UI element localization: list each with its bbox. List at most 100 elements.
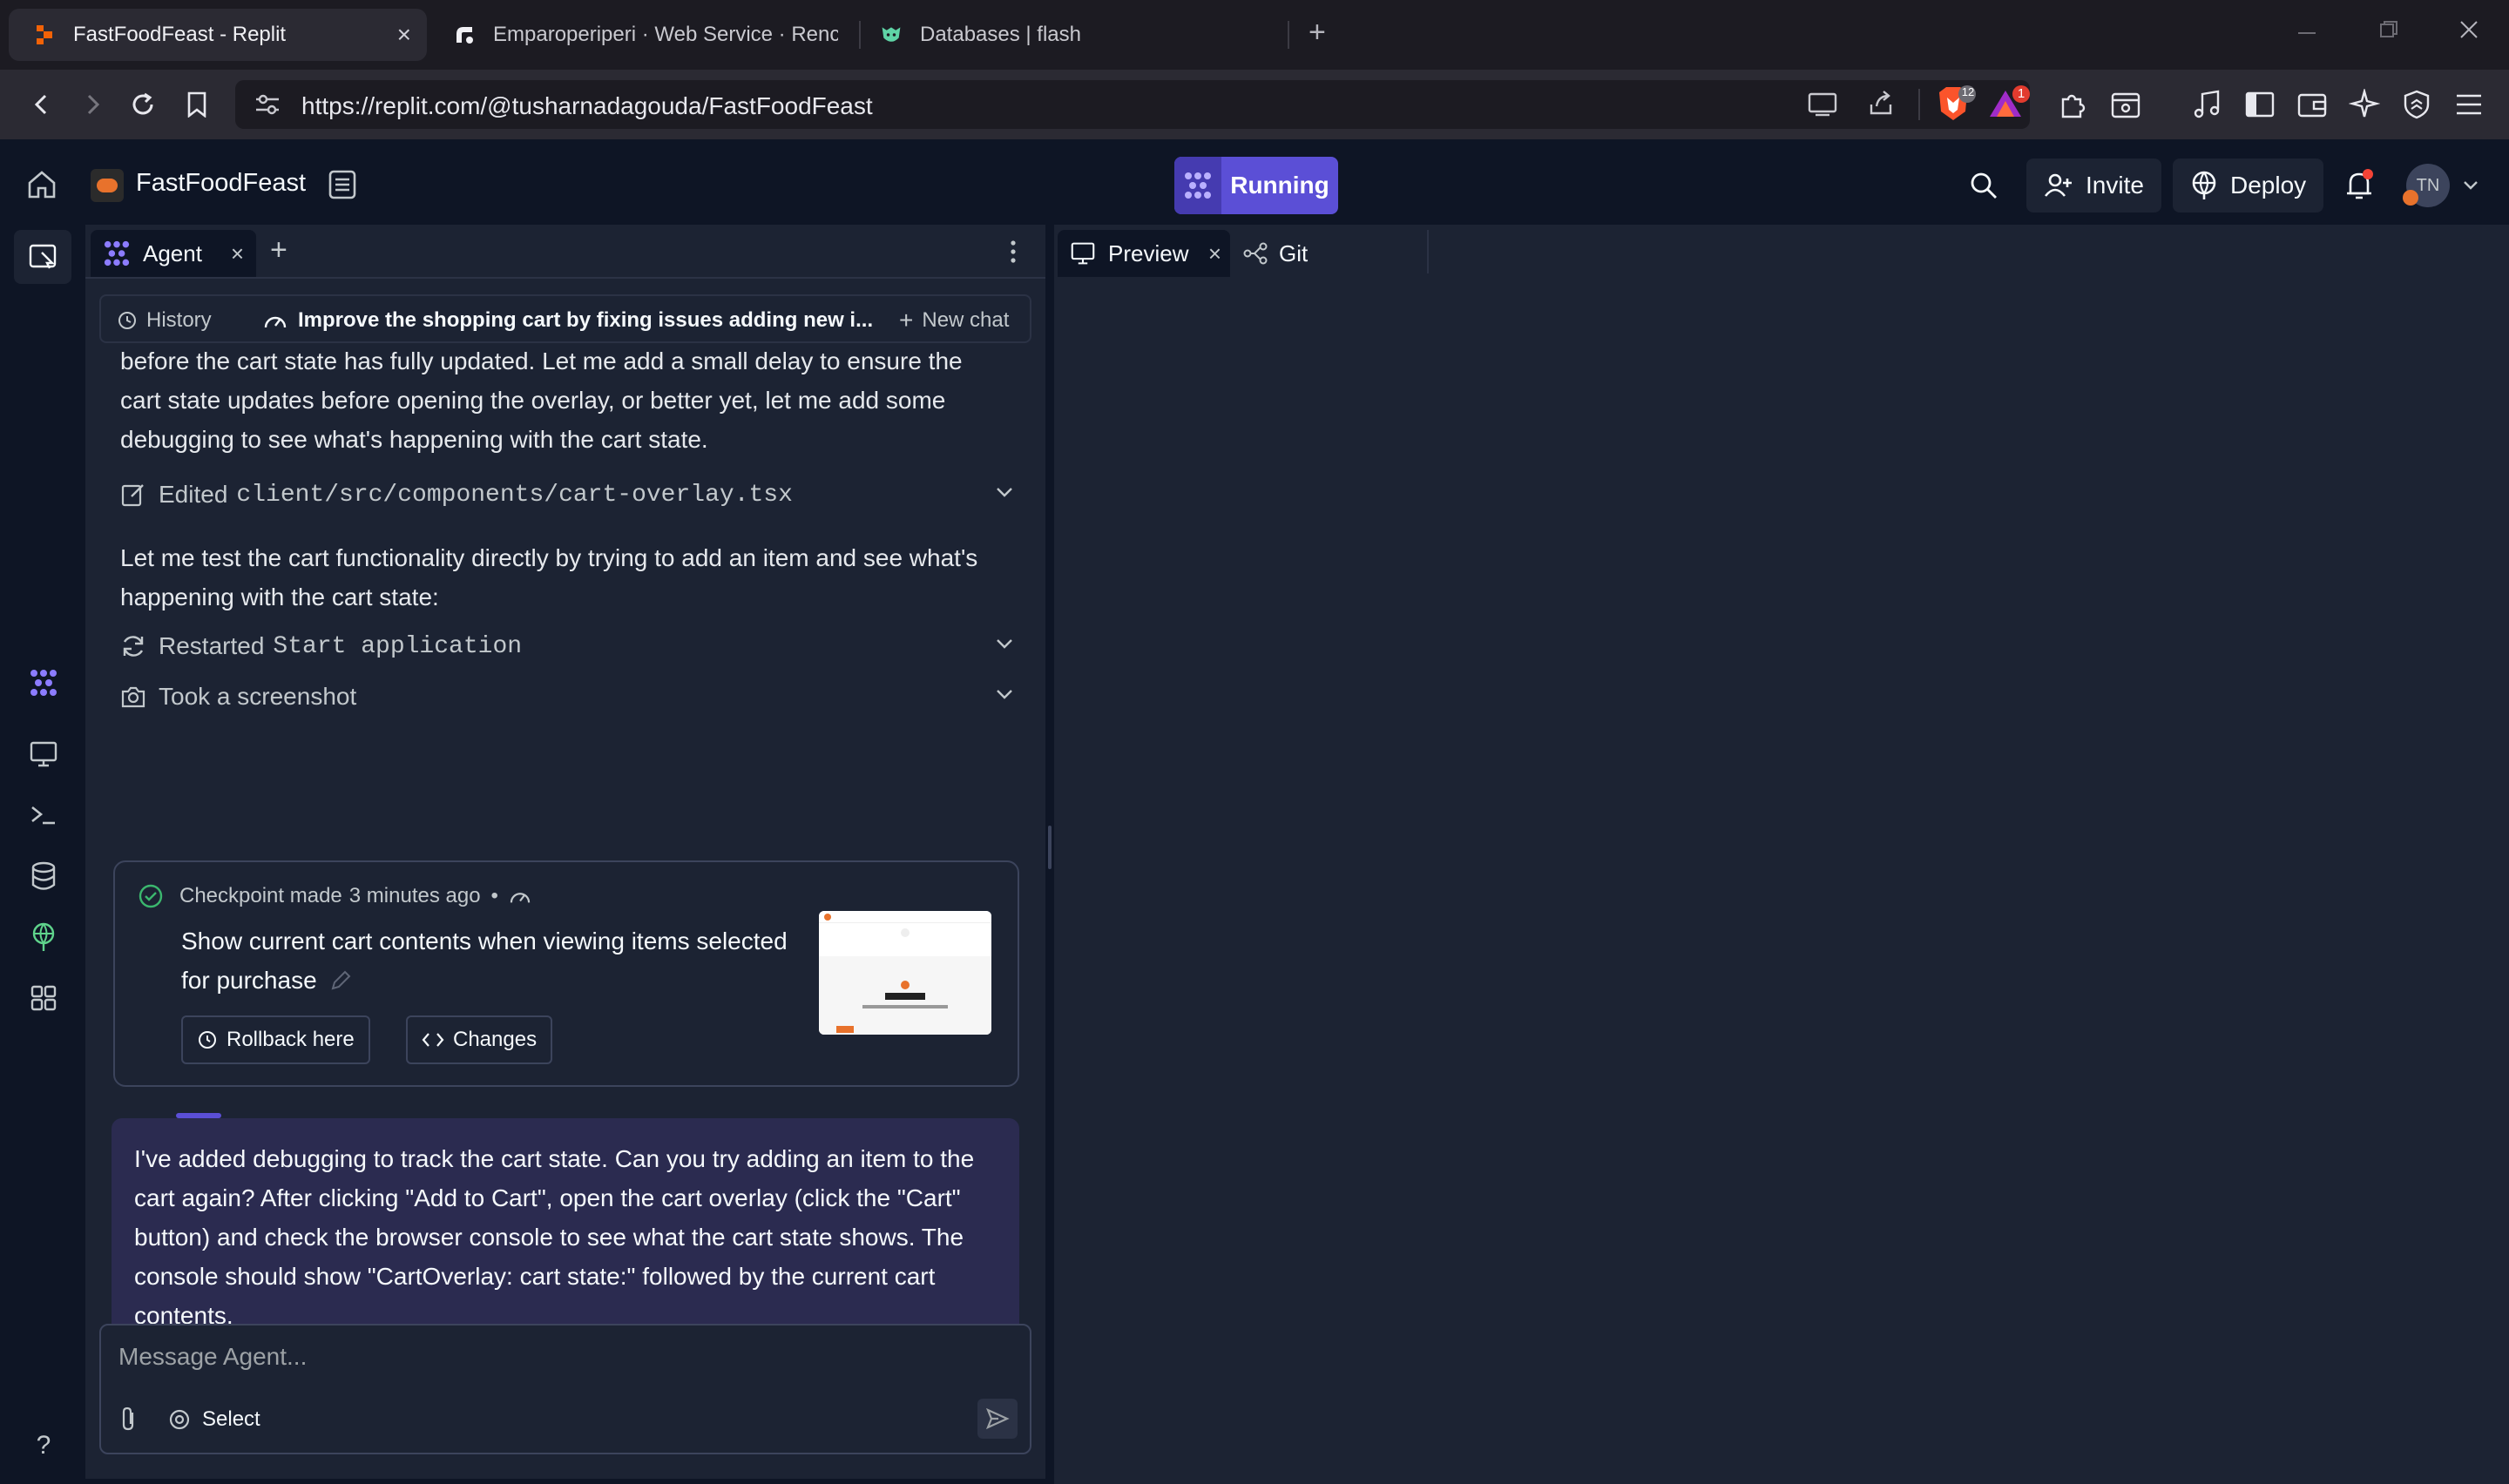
close-tab-icon[interactable]: ×: [1208, 240, 1221, 267]
browser-tab-replit[interactable]: FastFoodFeast - Replit ×: [9, 9, 427, 61]
close-tab-icon[interactable]: ×: [231, 240, 244, 267]
chevron-down-icon[interactable]: [2462, 179, 2479, 192]
files-panel-icon[interactable]: [24, 237, 63, 275]
database-icon[interactable]: [24, 857, 63, 895]
browser-tab-title: Emparoperiperi · Web Service · Renc: [493, 23, 838, 46]
tab-git[interactable]: Git: [1242, 230, 1399, 277]
edited-file-row[interactable]: Edited client/src/components/cart-overla…: [120, 476, 1018, 514]
site-settings-icon[interactable]: [254, 92, 281, 117]
agent-tab-icon: [104, 240, 130, 266]
message-input[interactable]: Message Agent...: [118, 1343, 307, 1371]
select-element-button[interactable]: Select: [167, 1407, 260, 1432]
attach-paperclip-icon[interactable]: [118, 1406, 139, 1432]
history-button[interactable]: History: [117, 308, 212, 333]
tab-agent-label: Agent: [143, 239, 202, 266]
minimize-icon[interactable]: [2296, 19, 2317, 40]
browser-tab-render[interactable]: Emparoperiperi · Web Service · Renc: [453, 9, 845, 61]
gauge-icon: [510, 893, 531, 903]
restarted-row[interactable]: Restarted Start application: [120, 627, 1018, 665]
browser-tab-bar: FastFoodFeast - Replit × Emparoperiperi …: [0, 0, 2509, 70]
extensions-icon[interactable]: [2054, 85, 2093, 124]
restore-window-icon[interactable]: [2378, 19, 2399, 40]
agent-paragraph: Let me test the cart functionality direc…: [120, 538, 1026, 617]
user-avatar[interactable]: TN: [2403, 164, 2450, 207]
bookmark-icon[interactable]: [178, 85, 216, 124]
brave-shields-icon[interactable]: 12: [1934, 85, 1976, 124]
agent-rail-icon[interactable]: [24, 664, 63, 702]
forward-arrow-icon[interactable]: [73, 85, 112, 124]
share-icon[interactable]: [1866, 89, 1896, 118]
project-name[interactable]: FastFoodFeast: [136, 169, 306, 198]
hamburger-menu-icon[interactable]: [2450, 85, 2488, 124]
checkpoint-screenshot-thumbnail[interactable]: [819, 911, 991, 1035]
agent-reply-message: I've added debugging to track the cart s…: [112, 1118, 1019, 1357]
chat-title-text: Improve the shopping cart by fixing issu…: [298, 308, 874, 332]
pane-splitter[interactable]: [1045, 225, 1054, 1484]
close-tab-icon[interactable]: ×: [397, 23, 411, 47]
render-favicon-icon: [453, 24, 476, 46]
replit-header: FastFoodFeast Running Invite Deploy TN: [0, 139, 2509, 230]
screenshot-row[interactable]: Took a screenshot: [120, 678, 1018, 716]
history-clock-icon: [118, 312, 136, 329]
music-note-icon[interactable]: [2188, 85, 2227, 124]
camera-icon: [121, 686, 145, 708]
edit-file-icon: [121, 484, 144, 507]
project-info-icon[interactable]: [328, 169, 357, 200]
all-tools-grid-icon[interactable]: [24, 979, 63, 1017]
cast-icon[interactable]: [1807, 91, 1838, 118]
checkpoint-label: Checkpoint made: [179, 884, 342, 907]
changes-button[interactable]: Changes: [406, 1015, 553, 1064]
deploy-button[interactable]: Deploy: [2173, 159, 2324, 212]
restart-icon: [123, 636, 144, 657]
restarted-target: Start application: [273, 632, 523, 660]
project-logo-icon[interactable]: [91, 169, 124, 202]
message-composer: Message Agent... Select: [99, 1324, 1031, 1454]
separator-dot: •: [490, 884, 498, 907]
add-tab-icon[interactable]: [1418, 233, 1426, 267]
vpn-shield-icon[interactable]: [2397, 85, 2436, 124]
notifications-bell-icon[interactable]: [2345, 169, 2375, 202]
invite-button[interactable]: Invite: [2026, 159, 2161, 212]
chevron-down-icon[interactable]: [995, 486, 1014, 500]
select-label: Select: [202, 1407, 260, 1431]
deploy-label: Deploy: [2230, 172, 2307, 199]
chat-title[interactable]: Improve the shopping cart by fixing issu…: [263, 308, 873, 333]
running-status-button[interactable]: Running: [1174, 157, 1338, 214]
browser-tab-databases[interactable]: Databases | flash: [880, 9, 1281, 61]
chevron-down-icon[interactable]: [995, 637, 1014, 651]
new-tab-icon[interactable]: +: [1309, 16, 1326, 50]
shell-icon[interactable]: [24, 796, 63, 834]
search-icon[interactable]: [1969, 171, 1998, 200]
tab-preview[interactable]: Preview ×: [1058, 230, 1230, 277]
rollback-button[interactable]: Rollback here: [181, 1015, 370, 1064]
add-tab-icon[interactable]: +: [270, 233, 287, 267]
tab-agent[interactable]: Agent ×: [91, 230, 256, 277]
sidebar-toggle-icon[interactable]: [2241, 85, 2279, 124]
chevron-down-icon[interactable]: [995, 688, 1014, 702]
new-chat-button[interactable]: + New chat: [899, 307, 1009, 334]
screenshot-label: Took a screenshot: [159, 683, 357, 710]
reader-mode-icon[interactable]: [2107, 85, 2145, 124]
checkpoint-header: Checkpoint made 3 minutes ago •: [138, 883, 531, 909]
brave-rewards-icon[interactable]: 1: [1986, 85, 2030, 124]
help-question-icon[interactable]: ?: [24, 1427, 63, 1465]
pane-menu-icon[interactable]: [1009, 239, 1018, 265]
deploy-globe-icon: [2192, 171, 2216, 199]
leo-ai-icon[interactable]: [2345, 85, 2384, 124]
rollback-icon: [199, 1031, 216, 1049]
back-arrow-icon[interactable]: [23, 85, 61, 124]
close-window-icon[interactable]: [2458, 19, 2479, 40]
preview-monitor-icon[interactable]: [24, 735, 63, 773]
deployments-icon[interactable]: [24, 918, 63, 956]
reload-icon[interactable]: [124, 85, 162, 124]
send-button[interactable]: [977, 1399, 1018, 1439]
code-icon: [422, 1033, 444, 1047]
text-line: cart again? After clicking "Add to Cart"…: [134, 1184, 961, 1211]
pencil-icon[interactable]: [329, 969, 352, 992]
text-line: happening with the cart state:: [120, 583, 439, 610]
home-icon[interactable]: [26, 169, 57, 200]
changes-label: Changes: [453, 1028, 538, 1051]
wallet-icon[interactable]: [2293, 85, 2331, 124]
shields-count-badge: 12: [1961, 85, 1975, 98]
address-bar[interactable]: https://replit.com/@tusharnadagouda/Fast…: [235, 80, 2030, 129]
